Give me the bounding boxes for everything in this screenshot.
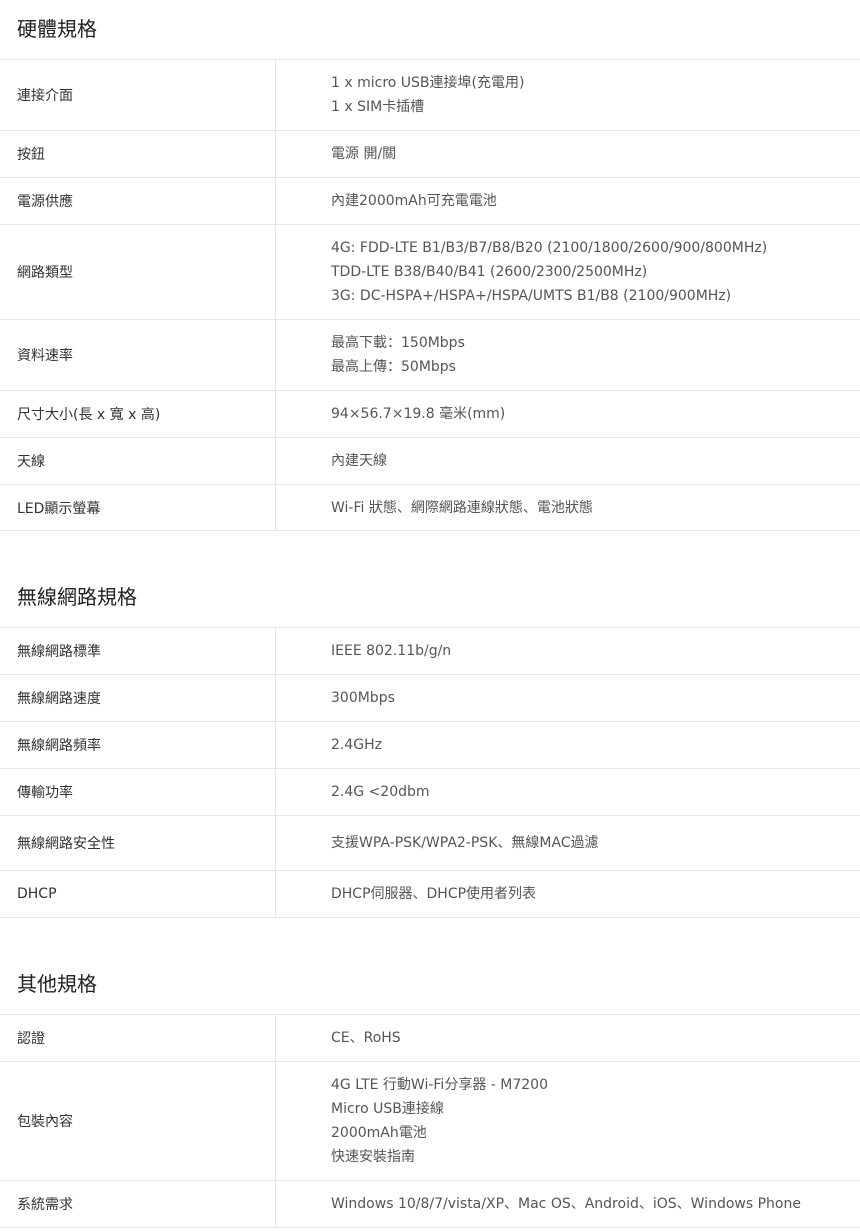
spec-value-line: 2.4G <20dbm xyxy=(331,784,430,800)
spec-row-wireless-security: 無線網路安全性 支援WPA-PSK/WPA2-PSK、無線MAC過濾 xyxy=(0,816,860,871)
spec-row-transmit-power: 傳輸功率 2.4G <20dbm xyxy=(0,769,860,816)
spec-row-dhcp: DHCP DHCP伺服器、DHCP使用者列表 xyxy=(0,871,860,918)
spec-value-line: 2.4GHz xyxy=(331,737,382,753)
spec-label: LED顯示螢幕 xyxy=(0,485,276,530)
spec-value-line: 1 x micro USB連接埠(充電用) xyxy=(331,75,525,91)
spec-value: 1 x micro USB連接埠(充電用) 1 x SIM卡插槽 xyxy=(276,60,860,130)
section-title-wireless: 無線網路規格 xyxy=(17,585,137,609)
spec-value-line: 內建天線 xyxy=(331,453,387,469)
spec-value: CE、RoHS xyxy=(276,1015,860,1061)
spec-label: 網路類型 xyxy=(0,225,276,319)
spec-row-package-contents: 包裝內容 4G LTE 行動Wi-Fi分享器 - M7200 Micro USB… xyxy=(0,1062,860,1181)
spec-row-wireless-speed: 無線網路速度 300Mbps xyxy=(0,675,860,722)
spec-label: 電源供應 xyxy=(0,178,276,224)
spec-value-line: 4G LTE 行動Wi-Fi分享器 - M7200 xyxy=(331,1077,548,1093)
spec-value: 內建2000mAh可充電電池 xyxy=(276,178,860,224)
wireless-spec-table: 無線網路標準 IEEE 802.11b/g/n 無線網路速度 300Mbps 無… xyxy=(0,627,860,918)
section-title-hardware: 硬體規格 xyxy=(17,17,97,41)
spec-row-antenna: 天線 內建天線 xyxy=(0,438,860,485)
spec-row-power: 電源供應 內建2000mAh可充電電池 xyxy=(0,178,860,225)
spec-row-led-display: LED顯示螢幕 Wi-Fi 狀態、網際網路連線狀態、電池狀態 xyxy=(0,485,860,531)
spec-value: 2.4GHz xyxy=(276,722,860,768)
spec-value-line: DHCP伺服器、DHCP使用者列表 xyxy=(331,886,537,902)
spec-label: 天線 xyxy=(0,438,276,484)
spec-label: 傳輸功率 xyxy=(0,769,276,815)
spec-label: 無線網路標準 xyxy=(0,628,276,674)
spec-row-wireless-frequency: 無線網路頻率 2.4GHz xyxy=(0,722,860,769)
spec-value: 94×56.7×19.8 毫米(mm) xyxy=(276,391,860,437)
spec-value: DHCP伺服器、DHCP使用者列表 xyxy=(276,871,860,917)
other-spec-table: 認證 CE、RoHS 包裝內容 4G LTE 行動Wi-Fi分享器 - M720… xyxy=(0,1014,860,1228)
spec-row-wireless-standard: 無線網路標準 IEEE 802.11b/g/n xyxy=(0,628,860,675)
spec-value-line: 最高下載：150Mbps xyxy=(331,335,465,351)
spec-label: 尺寸大小(長 x 寬 x 高) xyxy=(0,391,276,437)
spec-row-dimensions: 尺寸大小(長 x 寬 x 高) 94×56.7×19.8 毫米(mm) xyxy=(0,391,860,438)
spec-value-line: CE、RoHS xyxy=(331,1030,401,1046)
spec-label: 認證 xyxy=(0,1015,276,1061)
spec-value: 4G: FDD-LTE B1/B3/B7/B8/B20 (2100/1800/2… xyxy=(276,225,860,319)
spec-value-line: IEEE 802.11b/g/n xyxy=(331,643,452,659)
spec-value: Wi-Fi 狀態、網際網路連線狀態、電池狀態 xyxy=(276,485,860,530)
spec-value: 4G LTE 行動Wi-Fi分享器 - M7200 Micro USB連接線 2… xyxy=(276,1062,860,1180)
spec-value: 內建天線 xyxy=(276,438,860,484)
spec-value: 300Mbps xyxy=(276,675,860,721)
spec-value: Windows 10/8/7/vista/XP、Mac OS、Android、i… xyxy=(276,1181,860,1227)
spec-label: 連接介面 xyxy=(0,60,276,130)
spec-value-line: 2000mAh電池 xyxy=(331,1125,427,1141)
hardware-spec-table: 連接介面 1 x micro USB連接埠(充電用) 1 x SIM卡插槽 按鈕… xyxy=(0,59,860,531)
spec-value-line: 內建2000mAh可充電電池 xyxy=(331,193,497,209)
spec-value-line: TDD-LTE B38/B40/B41 (2600/2300/2500MHz) xyxy=(331,264,648,280)
spec-label: 資料速率 xyxy=(0,320,276,390)
spec-value-line: 3G: DC-HSPA+/HSPA+/HSPA/UMTS B1/B8 (2100… xyxy=(331,288,732,304)
spec-row-certification: 認證 CE、RoHS xyxy=(0,1015,860,1062)
spec-row-data-rate: 資料速率 最高下載：150Mbps 最高上傳：50Mbps xyxy=(0,320,860,391)
spec-value-line: Micro USB連接線 xyxy=(331,1101,444,1117)
spec-value-line: 快速安裝指南 xyxy=(331,1149,415,1165)
section-title-other: 其他規格 xyxy=(17,972,97,996)
spec-label: 包裝內容 xyxy=(0,1062,276,1180)
spec-label: 系統需求 xyxy=(0,1181,276,1227)
spec-value: 2.4G <20dbm xyxy=(276,769,860,815)
spec-row-system-requirements: 系統需求 Windows 10/8/7/vista/XP、Mac OS、Andr… xyxy=(0,1181,860,1228)
spec-value-line: Wi-Fi 狀態、網際網路連線狀態、電池狀態 xyxy=(331,499,593,516)
spec-value-line: 4G: FDD-LTE B1/B3/B7/B8/B20 (2100/1800/2… xyxy=(331,240,768,256)
spec-label: 按鈕 xyxy=(0,131,276,177)
spec-row-button: 按鈕 電源 開/關 xyxy=(0,131,860,178)
spec-value-line: Windows 10/8/7/vista/XP、Mac OS、Android、i… xyxy=(331,1196,801,1212)
spec-value-line: 支援WPA-PSK/WPA2-PSK、無線MAC過濾 xyxy=(331,835,599,851)
spec-value-line: 1 x SIM卡插槽 xyxy=(331,99,425,115)
spec-value: 最高下載：150Mbps 最高上傳：50Mbps xyxy=(276,320,860,390)
spec-row-interface: 連接介面 1 x micro USB連接埠(充電用) 1 x SIM卡插槽 xyxy=(0,60,860,131)
spec-label: 無線網路頻率 xyxy=(0,722,276,768)
spec-label: DHCP xyxy=(0,871,276,917)
spec-label: 無線網路安全性 xyxy=(0,816,276,870)
spec-value: 支援WPA-PSK/WPA2-PSK、無線MAC過濾 xyxy=(276,816,860,870)
spec-row-network-type: 網路類型 4G: FDD-LTE B1/B3/B7/B8/B20 (2100/1… xyxy=(0,225,860,320)
spec-value-line: 300Mbps xyxy=(331,690,395,706)
spec-value: IEEE 802.11b/g/n xyxy=(276,628,860,674)
spec-value-line: 最高上傳：50Mbps xyxy=(331,359,456,375)
spec-value-line: 電源 開/關 xyxy=(331,146,397,162)
spec-value: 電源 開/關 xyxy=(276,131,860,177)
spec-value-line: 94×56.7×19.8 毫米(mm) xyxy=(331,406,506,422)
spec-label: 無線網路速度 xyxy=(0,675,276,721)
